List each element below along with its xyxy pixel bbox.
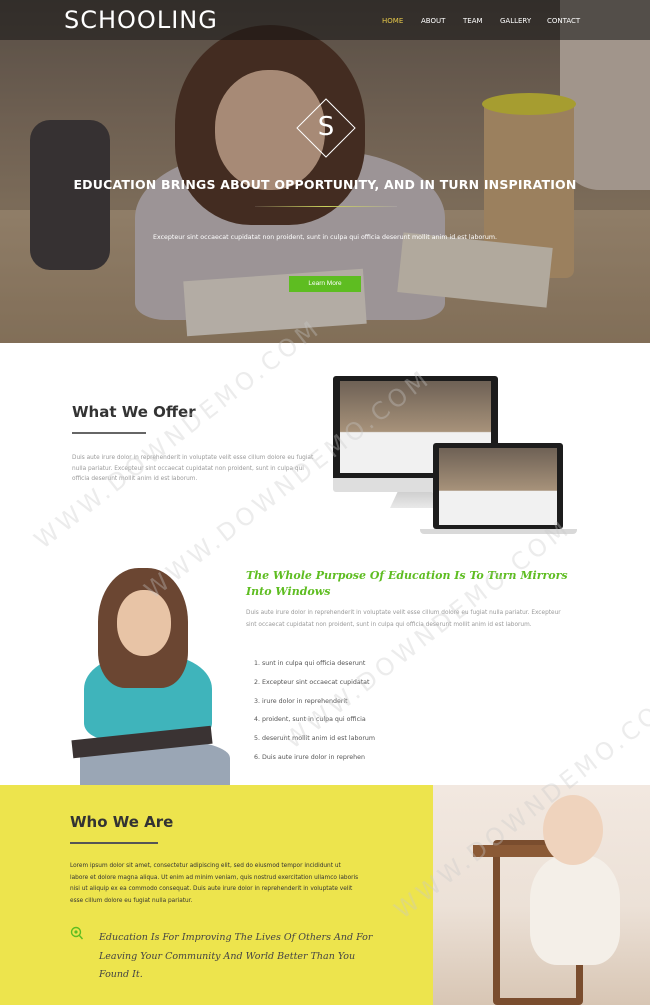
list-item: 6. Duis aute irure dolor in reprehen — [254, 754, 366, 761]
who-divider — [70, 842, 158, 844]
graduation-badge-icon — [70, 925, 84, 940]
toddler-chair-photo — [433, 785, 650, 1005]
hero-divider — [255, 206, 397, 207]
nav-item-about[interactable]: ABOUT — [421, 17, 445, 25]
nav-item-team[interactable]: TEAM — [463, 17, 483, 25]
list-item: 5. deserunt mollit anim id est laborum — [254, 735, 376, 742]
hero-title: EDUCATION BRINGS ABOUT OPPORTUNITY, AND … — [73, 177, 577, 192]
hero-subtitle: Excepteur sint occaecat cupidatat non pr… — [152, 234, 498, 241]
purpose-text: Duis aute irure dolor in reprehenderit i… — [246, 610, 561, 628]
nav-item-home[interactable]: HOME — [382, 17, 403, 25]
list-item: 1. sunt in culpa qui officia deserunt — [254, 660, 366, 667]
laptop-base — [420, 529, 577, 534]
list-item: 2. Excepteur sint occaecat cupidatat — [254, 679, 370, 686]
site-logo[interactable]: SCHOOLING — [64, 6, 218, 34]
list-item: 4. proident, sunt in culpa qui officia — [254, 716, 366, 723]
purpose-title: The Whole Purpose Of Education Is To Tur… — [246, 569, 568, 598]
who-text: Lorem ipsum dolor sit amet, consectetur … — [70, 863, 359, 904]
laptop-screen — [439, 448, 557, 525]
nav-item-contact[interactable]: CONTACT — [547, 17, 580, 25]
watermark: WWW.DOWNDEMO.COM — [29, 313, 327, 555]
offer-divider — [72, 432, 146, 434]
nav-item-gallery[interactable]: GALLERY — [500, 17, 531, 25]
who-title: Who We Are — [70, 813, 174, 831]
list-item: 3. irure dolor in reprehenderit — [254, 698, 348, 705]
offer-title: What We Offer — [72, 403, 196, 421]
hero-section: SCHOOLING HOME ABOUT TEAM GALLERY CONTAC… — [0, 0, 650, 343]
hero-badge-letter: S — [317, 112, 335, 142]
offer-text: Duis aute irure dolor in reprehenderit i… — [72, 455, 314, 482]
who-quote: Education Is For Improving The Lives Of … — [99, 932, 373, 980]
learn-more-button[interactable]: Learn More — [289, 276, 361, 292]
